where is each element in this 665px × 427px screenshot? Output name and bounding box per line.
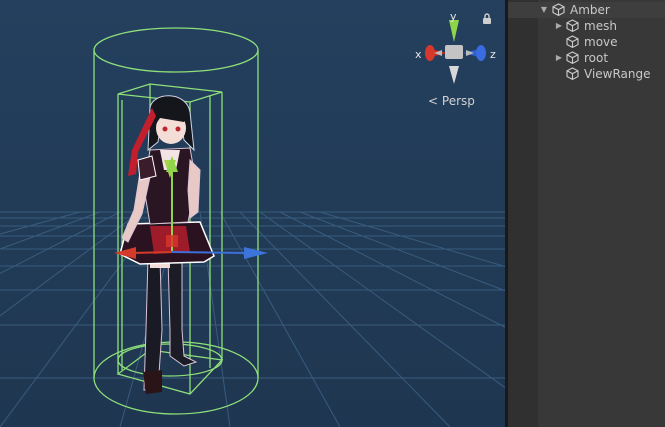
hierarchy-item-label: root (584, 51, 609, 65)
gameobject-cube-icon (552, 3, 565, 16)
hierarchy-item-label: ViewRange (584, 67, 651, 81)
hierarchy-panel: ▼ Amber ▶ mesh move ▶ root ViewRange (508, 0, 665, 427)
expand-arrow-icon[interactable]: ▶ (554, 50, 564, 66)
chevron-left-icon: < (428, 94, 439, 108)
lock-icon[interactable] (482, 13, 492, 24)
projection-toggle[interactable]: < Persp (428, 94, 475, 108)
expand-arrow-icon[interactable]: ▼ (539, 2, 549, 18)
expand-arrow-icon[interactable]: ▶ (554, 18, 564, 34)
gameobject-cube-icon (566, 51, 579, 64)
hierarchy-item-viewrange[interactable]: ViewRange (508, 66, 665, 82)
hierarchy-item-label: Amber (570, 3, 610, 17)
scene-canvas[interactable]: y x z (0, 0, 505, 427)
scene-view[interactable]: y x z < Persp (0, 0, 505, 427)
projection-label: Persp (441, 94, 475, 108)
gameobject-cube-icon (566, 35, 579, 48)
hierarchy-item-label: mesh (584, 19, 617, 33)
gizmo-z-label: z (490, 48, 496, 61)
gizmo-x-label: x (415, 48, 422, 61)
hierarchy-item-label: move (584, 35, 618, 49)
hierarchy-item-mesh[interactable]: ▶ mesh (508, 18, 665, 34)
gameobject-cube-icon (566, 19, 579, 32)
hierarchy-item-move[interactable]: move (508, 34, 665, 50)
gizmo-y-label: y (450, 10, 457, 23)
hierarchy-item-root[interactable]: ▶ root (508, 50, 665, 66)
gameobject-cube-icon (566, 67, 579, 80)
hierarchy-item-amber[interactable]: ▼ Amber (508, 2, 665, 18)
